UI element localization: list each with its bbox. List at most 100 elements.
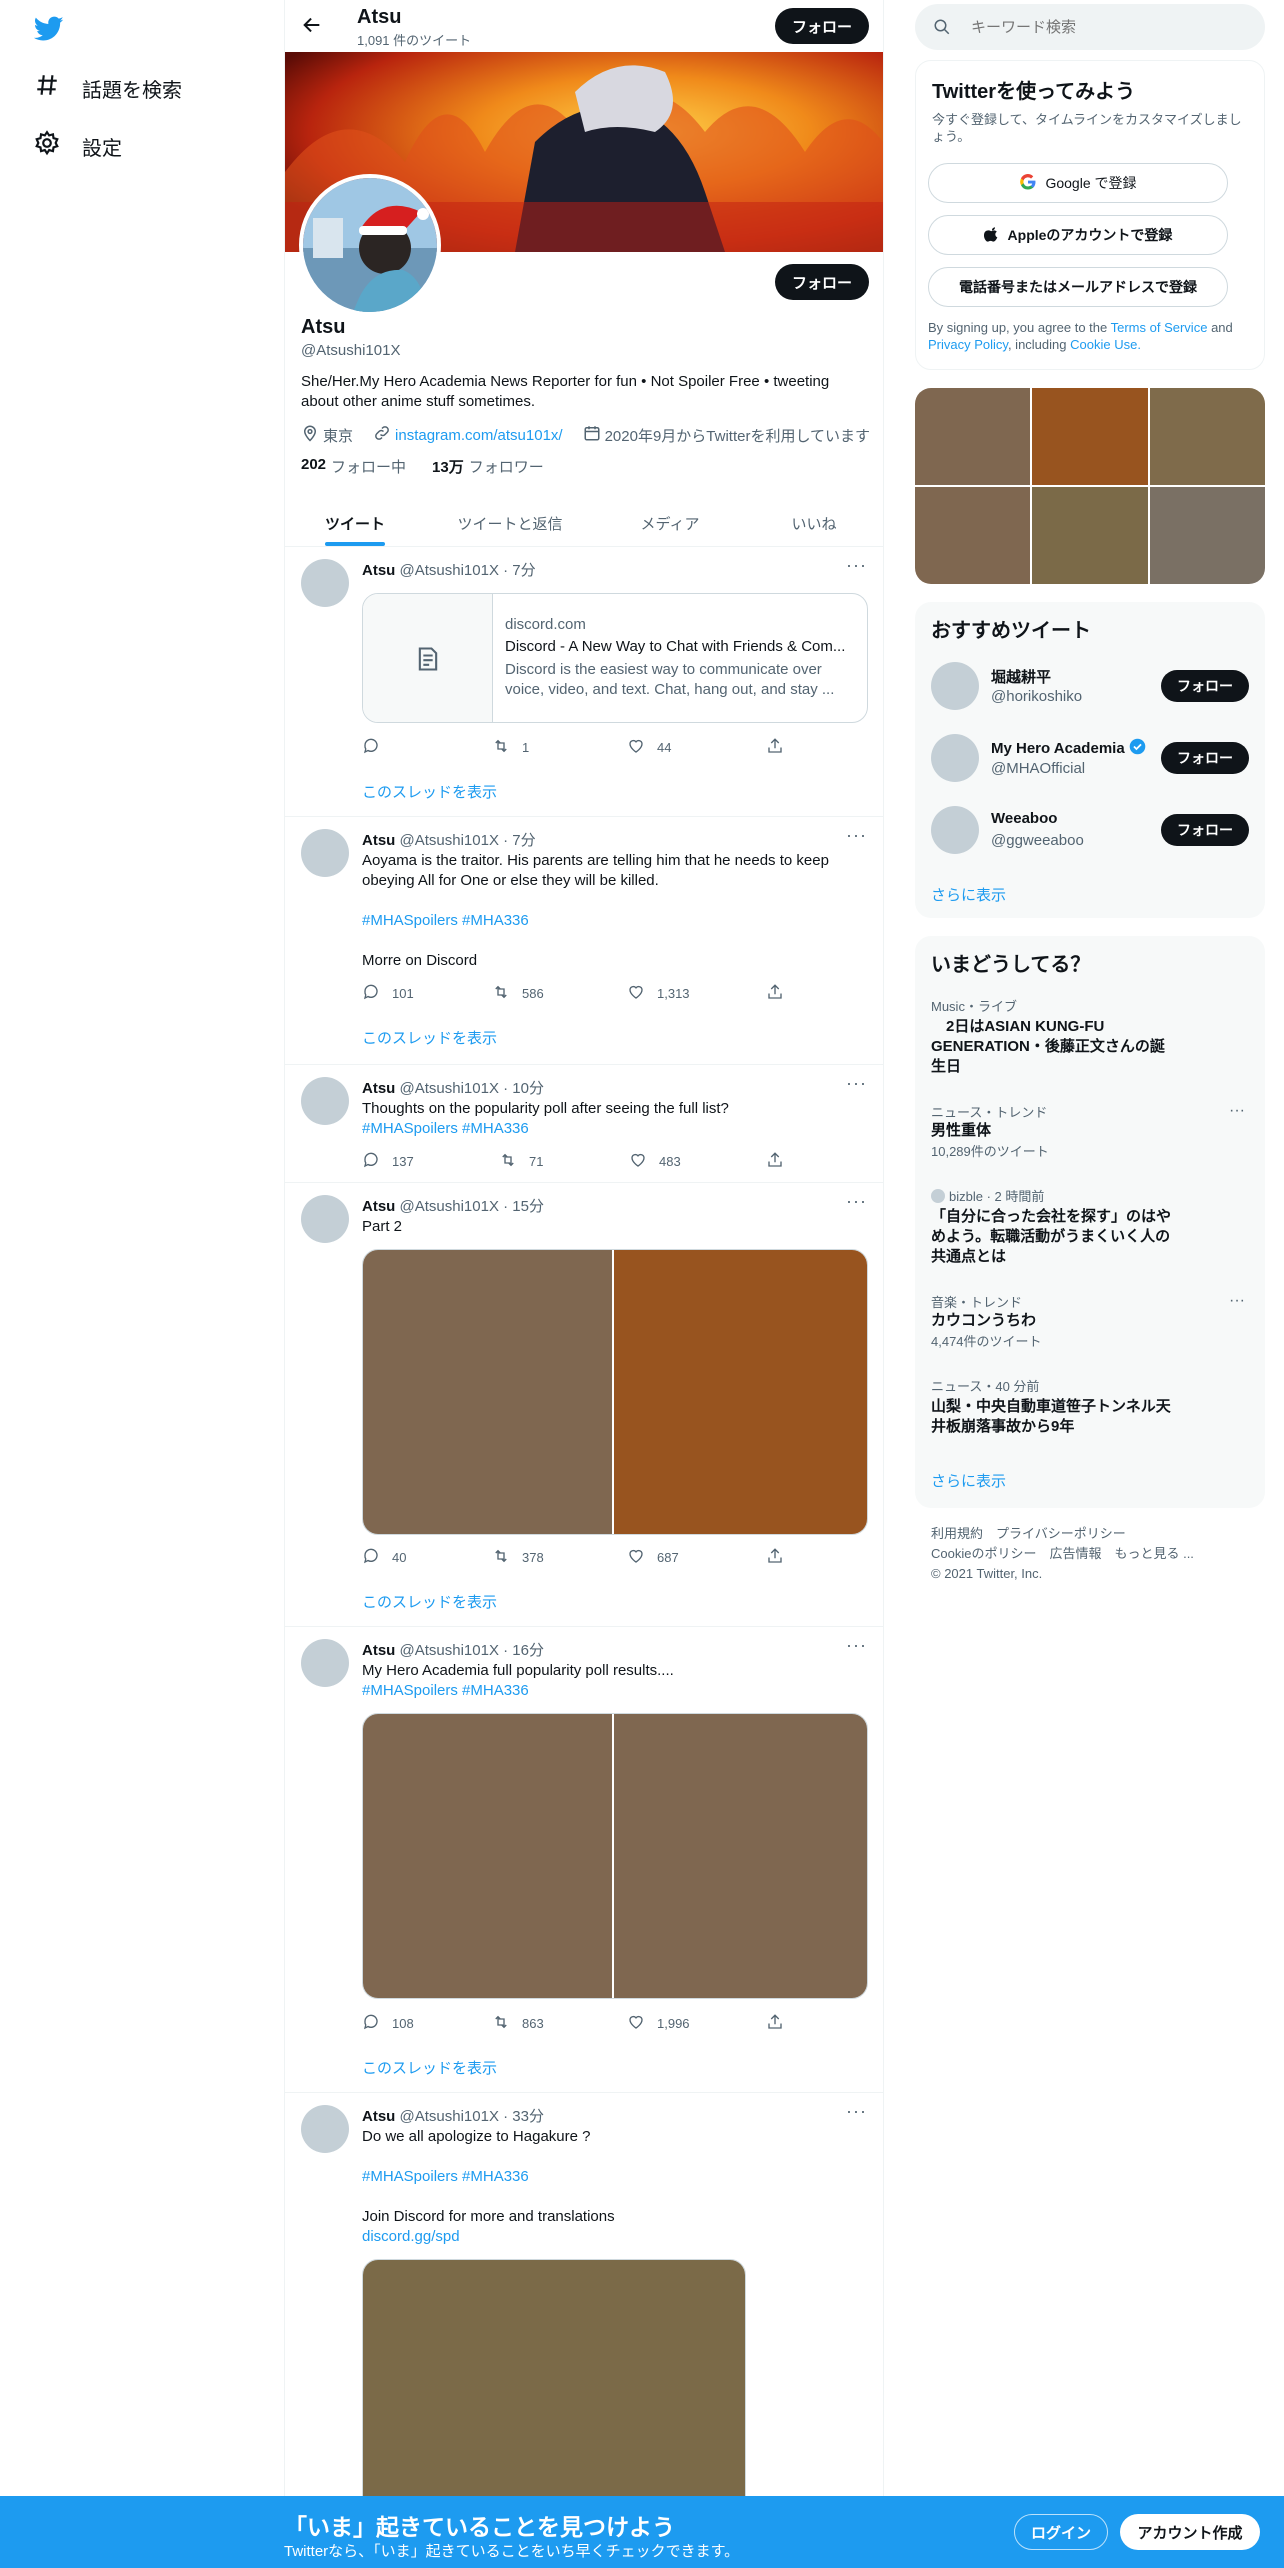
tweet-avatar[interactable] xyxy=(301,559,349,607)
tab-tweets[interactable]: ツイート xyxy=(285,500,425,546)
footer-links-row[interactable]: Cookieのポリシー 広告情報 もっと見る ... xyxy=(931,1544,1261,1564)
tab-media[interactable]: メディア xyxy=(595,500,745,546)
search-box[interactable] xyxy=(915,4,1265,50)
like-button[interactable]: 1,313 xyxy=(627,983,690,1004)
nav-explore[interactable]: 話題を検索 xyxy=(34,72,182,104)
share-button[interactable] xyxy=(766,2013,784,2034)
tweet-author[interactable]: Atsu xyxy=(362,1642,395,1659)
phone-email-signup-button[interactable]: 電話番号またはメールアドレスで登録 xyxy=(928,267,1228,307)
user-avatar[interactable] xyxy=(931,734,979,782)
media-thumbnail[interactable] xyxy=(1149,388,1265,485)
login-button[interactable]: ログイン xyxy=(1014,2514,1108,2550)
tab-tweets-replies[interactable]: ツイートと返信 xyxy=(425,500,595,546)
media-thumbnail[interactable] xyxy=(1149,487,1265,584)
show-more-link[interactable]: さらに表示 xyxy=(931,1470,1006,1491)
more-options-icon[interactable]: ··· xyxy=(1229,1102,1245,1120)
like-button[interactable]: 483 xyxy=(629,1151,681,1172)
like-button[interactable]: 687 xyxy=(627,1547,679,1568)
tab-likes[interactable]: いいね xyxy=(745,500,883,546)
nav-settings[interactable]: 設定 xyxy=(34,130,122,162)
rec-user-name[interactable]: 堀越耕平 xyxy=(991,666,1051,687)
trend-item[interactable]: Music・ライブ 2日はASIAN KUNG-FU GENERATION・後藤… xyxy=(931,996,1171,1077)
retweet-button[interactable]: 863 xyxy=(492,2013,544,2034)
twitter-logo-icon[interactable] xyxy=(33,16,64,47)
reply-button[interactable]: 108 xyxy=(362,2013,414,2034)
tweet-author[interactable]: Atsu xyxy=(362,832,395,849)
retweet-button[interactable]: 1 xyxy=(492,737,529,758)
show-thread-link[interactable]: このスレッドを表示 xyxy=(362,781,497,802)
google-signup-button[interactable]: Google で登録 xyxy=(928,163,1228,203)
rec-user-name-row[interactable]: My Hero Academia xyxy=(991,738,1146,759)
show-thread-link[interactable]: このスレッドを表示 xyxy=(362,1591,497,1612)
retweet-button[interactable]: 71 xyxy=(499,1151,543,1172)
rec-user-name[interactable]: Weeaboo xyxy=(991,810,1057,827)
trend-item[interactable]: 音楽・トレンド カウコンうちわ 4,474件のツイート xyxy=(931,1292,1231,1350)
retweet-button[interactable]: 378 xyxy=(492,1547,544,1568)
tweet-link[interactable]: discord.gg/spd xyxy=(362,2227,862,2247)
reply-button[interactable]: 40 xyxy=(362,1547,406,1568)
tweet-avatar[interactable] xyxy=(301,1195,349,1243)
share-button[interactable] xyxy=(766,737,784,758)
retweet-button[interactable]: 586 xyxy=(492,983,544,1004)
followers-count[interactable]: 13万 xyxy=(432,456,464,477)
media-thumbnail[interactable] xyxy=(915,388,1031,485)
follow-button[interactable]: フォロー xyxy=(1161,814,1249,846)
media-thumbnail[interactable] xyxy=(1032,487,1148,584)
tweet-card[interactable]: Atsu @Atsushi101X · 16分 ··· My Hero Acad… xyxy=(285,1626,883,2092)
reply-button[interactable] xyxy=(362,737,392,758)
more-options-icon[interactable]: ··· xyxy=(846,1191,867,1212)
more-options-icon[interactable]: ··· xyxy=(1229,1292,1245,1310)
share-button[interactable] xyxy=(766,1547,784,1568)
show-thread-link[interactable]: このスレッドを表示 xyxy=(362,2057,497,2078)
trend-item[interactable]: ニュース・トレンド 男性重体 10,289件のツイート xyxy=(931,1102,1231,1160)
share-button[interactable] xyxy=(766,983,784,1004)
more-options-icon[interactable]: ··· xyxy=(846,1073,867,1094)
tweet-avatar[interactable] xyxy=(301,829,349,877)
follow-button[interactable]: フォロー xyxy=(1161,670,1249,702)
more-options-icon[interactable]: ··· xyxy=(846,555,867,576)
show-thread-link[interactable]: このスレッドを表示 xyxy=(362,1027,497,1048)
media-image[interactable] xyxy=(614,1714,867,1998)
apple-signup-button[interactable]: Appleのアカウントで登録 xyxy=(928,215,1228,255)
terms-link[interactable]: Terms of Service xyxy=(1111,320,1208,335)
header-follow-button[interactable]: フォロー xyxy=(775,8,869,44)
privacy-link[interactable]: Privacy Policy xyxy=(928,337,1008,352)
tweet-card[interactable]: Atsu @Atsushi101X · 33分 ··· Do we all ap… xyxy=(285,2092,883,2519)
media-image[interactable] xyxy=(363,1714,614,1998)
tweet-author[interactable]: Atsu xyxy=(362,562,395,579)
user-avatar[interactable] xyxy=(931,806,979,854)
follow-button[interactable]: フォロー xyxy=(1161,742,1249,774)
tweet-hashtags[interactable]: #MHASpoilers #MHA336 xyxy=(362,2167,862,2187)
link-card[interactable]: discord.com Discord - A New Way to Chat … xyxy=(362,593,868,723)
following-label[interactable]: フォロー中 xyxy=(331,456,406,477)
tweet-media[interactable] xyxy=(362,1713,868,1999)
trend-item[interactable]: bizble · 2 時間前 「自分に合った会社を探す」のはやめよう。転職活動が… xyxy=(931,1186,1171,1267)
followers-label[interactable]: フォロワー xyxy=(469,456,544,477)
share-button[interactable] xyxy=(766,1151,784,1172)
media-image[interactable] xyxy=(363,2260,745,2518)
tweet-media[interactable] xyxy=(362,2259,746,2519)
tweet-hashtags[interactable]: #MHASpoilers #MHA336 xyxy=(362,1681,862,1701)
user-avatar[interactable] xyxy=(931,662,979,710)
more-options-icon[interactable]: ··· xyxy=(846,2101,867,2122)
show-more-link[interactable]: さらに表示 xyxy=(931,884,1006,905)
more-options-icon[interactable]: ··· xyxy=(846,1635,867,1656)
reply-button[interactable]: 137 xyxy=(362,1151,414,1172)
tweet-hashtags[interactable]: #MHASpoilers #MHA336 xyxy=(362,1119,862,1139)
create-account-button[interactable]: アカウント作成 xyxy=(1120,2514,1260,2550)
tweet-avatar[interactable] xyxy=(301,1077,349,1125)
footer-links-row[interactable]: 利用規約 プライバシーポリシー xyxy=(931,1524,1261,1544)
tweet-author[interactable]: Atsu xyxy=(362,1080,395,1097)
tweet-card[interactable]: Atsu @Atsushi101X · 7分 ··· Aoyama is the… xyxy=(285,816,883,1064)
tweet-author[interactable]: Atsu xyxy=(362,1198,395,1215)
tweet-avatar[interactable] xyxy=(301,1639,349,1687)
tweet-author[interactable]: Atsu xyxy=(362,2108,395,2125)
like-button[interactable]: 44 xyxy=(627,737,671,758)
media-thumbnail[interactable] xyxy=(1032,388,1148,485)
reply-button[interactable]: 101 xyxy=(362,983,414,1004)
media-image[interactable] xyxy=(363,1250,614,1534)
trend-item[interactable]: ニュース・40 分前 山梨・中央自動車道笹子トンネル天井板崩落事故から9年 xyxy=(931,1376,1171,1437)
tweet-card[interactable]: Atsu @Atsushi101X · 10分 ··· Thoughts on … xyxy=(285,1064,883,1182)
like-button[interactable]: 1,996 xyxy=(627,2013,690,2034)
search-input[interactable] xyxy=(971,16,1241,38)
